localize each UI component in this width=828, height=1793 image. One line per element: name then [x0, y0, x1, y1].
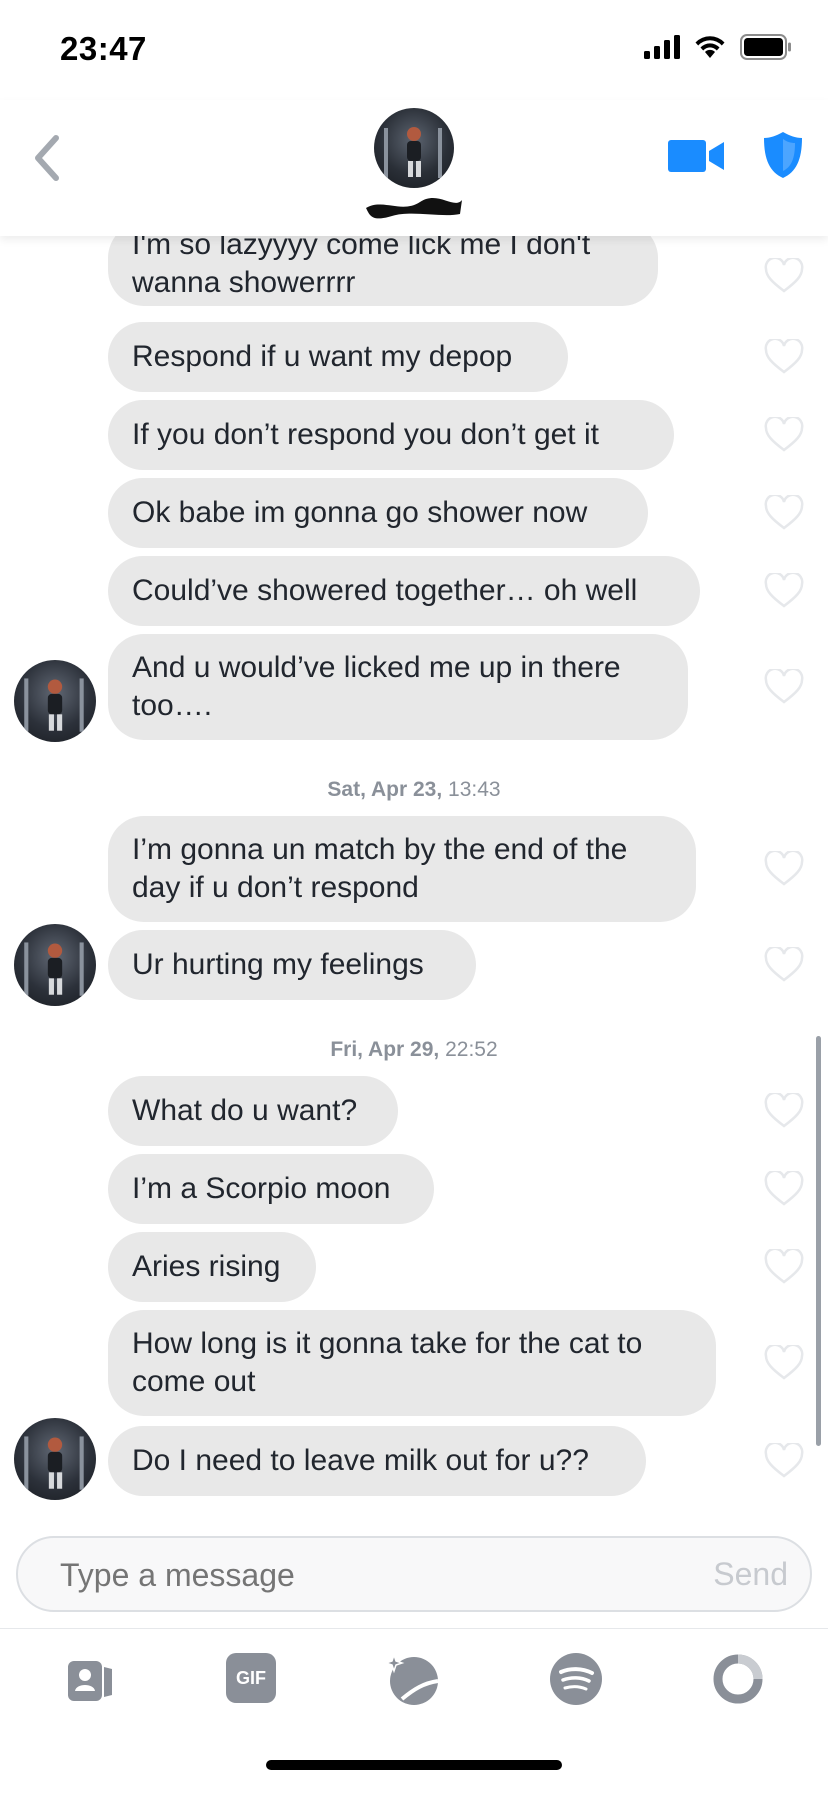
status-icons [644, 34, 792, 60]
sender-avatar[interactable] [14, 1418, 96, 1500]
heart-icon[interactable] [764, 417, 804, 453]
heart-icon[interactable] [764, 573, 804, 609]
scrollbar[interactable] [816, 1036, 821, 1446]
status-time: 23:47 [60, 30, 147, 67]
contact-card-icon[interactable] [62, 1651, 118, 1707]
heart-icon[interactable] [764, 1249, 804, 1285]
sender-avatar[interactable] [14, 660, 96, 742]
spotify-icon[interactable] [548, 1651, 604, 1707]
loading-ring-icon[interactable] [710, 1651, 766, 1707]
message-bubble[interactable]: How long is it gonna take for the cat to… [108, 1310, 716, 1416]
message-bubble[interactable]: I'm so lazyyyy come lick me I don't wann… [108, 236, 658, 306]
date-separator: Fri, Apr 29, 22:52 [0, 1038, 828, 1062]
heart-icon[interactable] [764, 339, 804, 375]
signal-icon [644, 35, 680, 59]
send-button[interactable]: Send [713, 1556, 788, 1593]
home-indicator[interactable] [266, 1760, 562, 1770]
sender-avatar[interactable] [14, 924, 96, 1006]
match-avatar[interactable] [374, 108, 454, 188]
chat-header [0, 100, 828, 236]
battery-icon [740, 34, 791, 60]
sticker-icon[interactable] [384, 1651, 440, 1707]
heart-icon[interactable] [764, 669, 804, 705]
status-bar: 23:47 [0, 0, 828, 100]
avatar-photo-icon [24, 942, 84, 996]
heart-icon[interactable] [764, 1345, 804, 1381]
message-bubble[interactable]: Could’ve showered together… oh well [108, 556, 700, 626]
date-separator-time: 22:52 [445, 1038, 498, 1061]
message-bubble[interactable]: Respond if u want my depop [108, 322, 568, 392]
message-bubble[interactable]: Do I need to leave milk out for u?? [108, 1426, 646, 1496]
back-chevron-icon[interactable] [26, 128, 66, 188]
wifi-icon [695, 36, 725, 58]
message-bubble[interactable]: I’m gonna un match by the end of the day… [108, 816, 696, 922]
message-list[interactable]: I'm so lazyyyy come lick me I don't wann… [0, 236, 828, 1516]
avatar-photo-icon [24, 678, 84, 732]
avatar-photo-icon [24, 1436, 84, 1490]
date-separator-time: 13:43 [448, 778, 501, 801]
message-bubble[interactable]: Ur hurting my feelings [108, 930, 476, 1000]
message-input[interactable] [58, 1556, 622, 1595]
heart-icon[interactable] [764, 495, 804, 531]
message-bubble[interactable]: And u would’ve licked me up in there too… [108, 634, 688, 740]
video-camera-icon[interactable] [668, 138, 724, 174]
gif-label: GIF [236, 1667, 266, 1688]
heart-icon[interactable] [764, 1443, 804, 1479]
date-separator: Sat, Apr 23, 13:43 [0, 778, 828, 802]
heart-icon[interactable] [764, 947, 804, 983]
heart-icon[interactable] [764, 258, 804, 294]
message-bubble[interactable]: What do u want? [108, 1076, 398, 1146]
heart-icon[interactable] [764, 851, 804, 887]
redacted-name-scribble [366, 198, 462, 219]
message-bubble[interactable]: Ok babe im gonna go shower now [108, 478, 648, 548]
avatar-photo-icon [384, 127, 442, 178]
date-separator-day: Sat, Apr 23, [327, 778, 443, 801]
shield-icon[interactable] [762, 130, 804, 180]
heart-icon[interactable] [764, 1171, 804, 1207]
gif-button[interactable]: GIF [226, 1653, 276, 1703]
message-composer: Send [16, 1536, 812, 1612]
message-bubble[interactable]: I’m a Scorpio moon [108, 1154, 434, 1224]
message-bubble[interactable]: Aries rising [108, 1232, 316, 1302]
message-bubble[interactable]: If you don’t respond you don’t get it [108, 400, 674, 470]
date-separator-day: Fri, Apr 29, [330, 1038, 440, 1061]
heart-icon[interactable] [764, 1093, 804, 1129]
